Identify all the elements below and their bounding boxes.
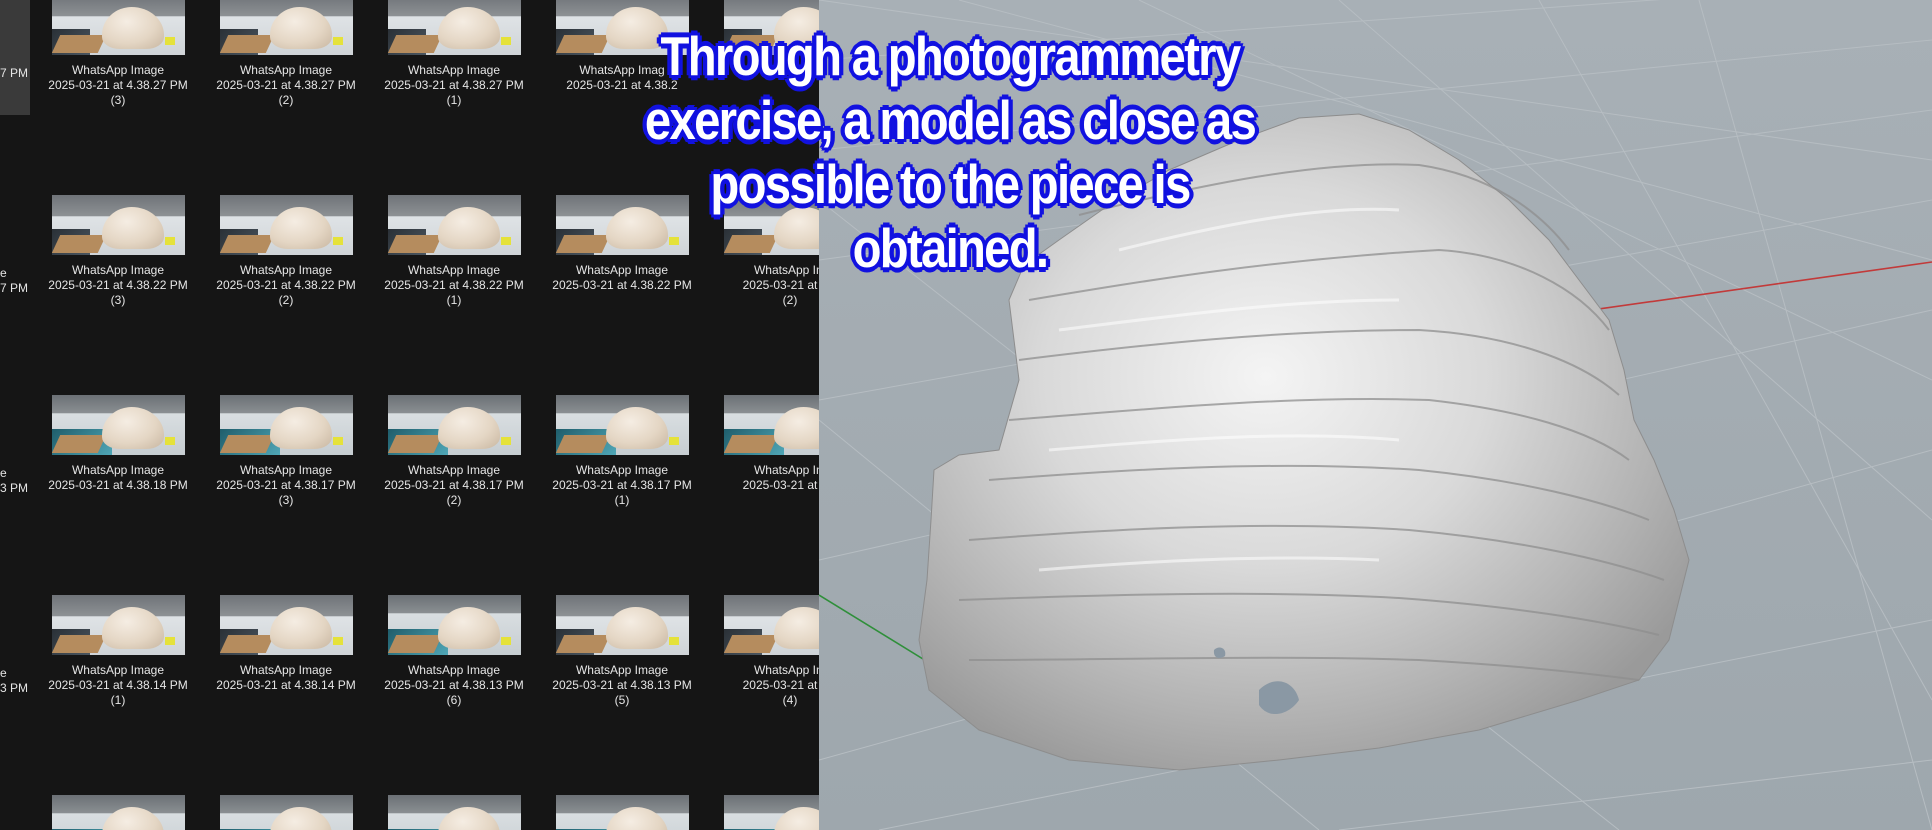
file-thumbnail-item[interactable]: WhatsApp Image 2025-03-21 at 4.38.22 PM (1… [379,195,529,308]
clipped-item-caption[interactable]: e3 PM [0,466,28,496]
file-thumbnail-item[interactable] [715,795,819,830]
image-thumbnail [219,395,353,455]
image-thumbnail [387,0,521,55]
file-thumbnail-item[interactable]: WhatsApp Image 2025-03-21 at 4.38.13 PM (5… [547,595,697,708]
caption-line: possible to the piece is obtained. [709,152,1192,281]
file-thumbnail-item[interactable]: WhatsApp Image 2025-03-21 at 4.38.27 PM (3… [43,0,193,108]
file-thumbnail-item[interactable]: WhatsApp Image 2025-03-21 at 4.38.14 PM (1… [43,595,193,708]
image-thumbnail [51,795,185,830]
file-thumbnail-item[interactable]: WhatsApp Im2025-03-21 at 4.3(4) [715,595,819,708]
image-thumbnail [51,395,185,455]
clipped-item-caption[interactable]: 7 PM [0,66,28,81]
file-thumbnail-item[interactable] [43,795,193,830]
image-thumbnail [51,595,185,655]
image-thumbnail [219,795,353,830]
image-thumbnail [555,395,689,455]
file-thumbnail-item[interactable] [211,795,361,830]
clipped-item-caption[interactable]: e3 PM [0,666,28,696]
image-thumbnail [51,195,185,255]
file-thumbnail-item[interactable] [547,795,697,830]
overlay-caption: Through a photogrammetry exercise, a mod… [640,24,1259,281]
file-thumbnail-item[interactable]: WhatsApp Image 2025-03-21 at 4.38.17 PM (1… [547,395,697,508]
image-thumbnail [555,795,689,830]
image-thumbnail [723,395,819,455]
image-thumbnail [387,395,521,455]
file-thumbnail-item[interactable]: WhatsApp Image 2025-03-21 at 4.38.18 PM [43,395,193,493]
image-thumbnail [219,595,353,655]
file-thumbnail-item[interactable]: WhatsApp Image 2025-03-21 at 4.38.13 PM (6… [379,595,529,708]
file-thumbnail-item[interactable]: WhatsApp Image 2025-03-21 at 4.38.27 PM (2… [211,0,361,108]
image-thumbnail [723,595,819,655]
file-thumbnail-item[interactable]: WhatsApp Image 2025-03-21 at 4.38.27 PM (1… [379,0,529,108]
file-thumbnail-item[interactable]: WhatsApp Image 2025-03-21 at 4.38.17 PM (2… [379,395,529,508]
file-thumbnail-item[interactable] [379,795,529,830]
file-thumbnail-item[interactable]: WhatsApp Image 2025-03-21 at 4.38.14 PM [211,595,361,693]
image-thumbnail [387,795,521,830]
file-thumbnail-item[interactable]: WhatsApp Image 2025-03-21 at 4.38.22 PM (3… [43,195,193,308]
file-thumbnail-item[interactable]: WhatsApp Image 2025-03-21 at 4.38.22 PM (2… [211,195,361,308]
image-thumbnail [387,195,521,255]
image-thumbnail [219,0,353,55]
caption-line: exercise, a model as close as [644,88,1258,153]
image-thumbnail [387,595,521,655]
caption-line: Through a photogrammetry [659,24,1242,89]
selected-item-highlight [0,0,30,115]
image-thumbnail [723,795,819,830]
image-thumbnail [219,195,353,255]
file-thumbnail-item[interactable]: WhatsApp Im2025-03-21 at 4.3 [715,395,819,493]
clipped-item-caption[interactable]: e7 PM [0,266,28,296]
image-thumbnail [51,0,185,55]
image-thumbnail [555,595,689,655]
file-thumbnail-item[interactable]: WhatsApp Image 2025-03-21 at 4.38.17 PM (3… [211,395,361,508]
